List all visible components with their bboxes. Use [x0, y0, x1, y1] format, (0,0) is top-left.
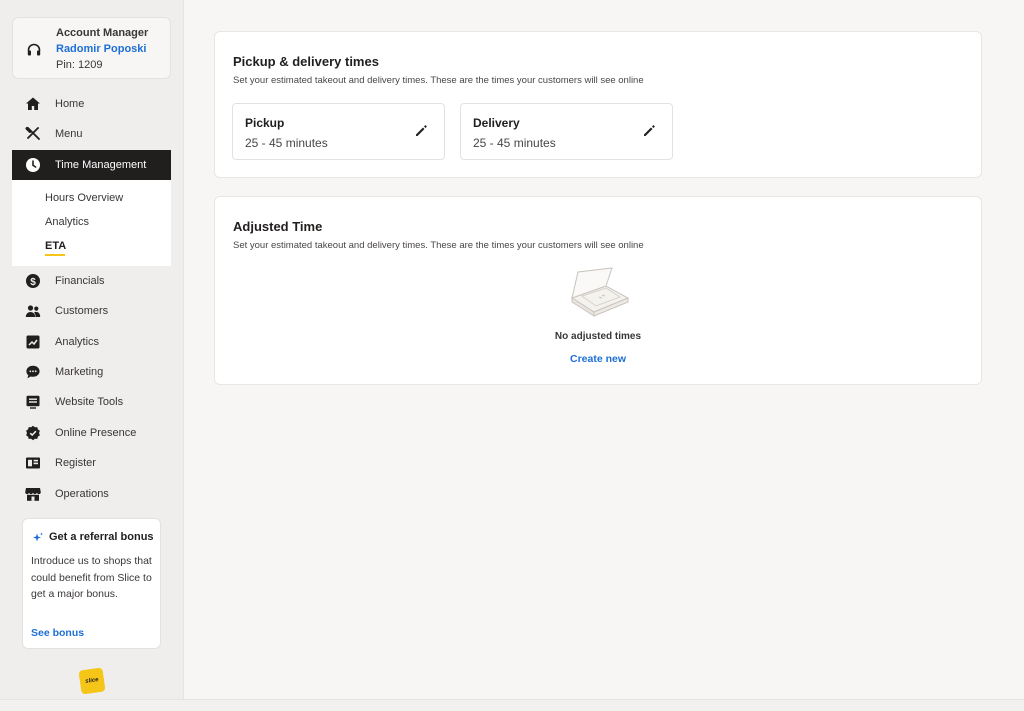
- nav-item-operations[interactable]: Operations: [12, 480, 171, 508]
- nav-item-financials[interactable]: $ Financials: [12, 267, 171, 295]
- nav-item-home[interactable]: Home: [12, 90, 171, 118]
- svg-text:$: $: [30, 277, 36, 288]
- clock-icon: [25, 157, 41, 173]
- nav-item-marketing[interactable]: Marketing: [12, 358, 171, 386]
- utensils-icon: [25, 126, 41, 142]
- chart-icon: [25, 334, 41, 350]
- storefront-icon: [25, 486, 41, 502]
- pickup-delivery-subtitle: Set your estimated takeout and delivery …: [233, 75, 644, 86]
- nav-item-online-presence[interactable]: Online Presence: [12, 419, 171, 447]
- sparkle-icon: [32, 531, 44, 543]
- delivery-label: Delivery: [473, 116, 520, 130]
- edit-pickup-pencil-icon[interactable]: [414, 124, 428, 138]
- delivery-time-box: Delivery 25 - 45 minutes: [460, 103, 673, 160]
- headset-icon: [26, 42, 42, 58]
- account-role: Account Manager: [56, 27, 149, 39]
- nav-label-online-presence: Online Presence: [55, 427, 137, 439]
- delivery-value: 25 - 45 minutes: [473, 136, 556, 150]
- nav-label-analytics: Analytics: [55, 336, 100, 348]
- create-new-link[interactable]: Create new: [215, 353, 981, 365]
- pickup-value: 25 - 45 minutes: [245, 136, 328, 150]
- nav-item-website-tools[interactable]: Website Tools: [12, 388, 171, 416]
- account-manager-card: Account Manager Radomir Poposki Pin: 120…: [12, 17, 171, 79]
- empty-pizza-box-icon: [566, 266, 632, 320]
- slice-logo: slice: [78, 667, 106, 695]
- nav-label-financials: Financials: [55, 275, 105, 287]
- edit-delivery-pencil-icon[interactable]: [642, 124, 656, 138]
- nav-label-marketing: Marketing: [55, 366, 104, 378]
- adjusted-time-card: Adjusted Time Set your estimated takeout…: [214, 196, 982, 385]
- nav-item-register[interactable]: Register: [12, 449, 171, 477]
- nav-label-register: Register: [55, 457, 96, 469]
- pickup-delivery-title: Pickup & delivery times: [233, 54, 379, 69]
- active-tab-underline: [45, 254, 65, 256]
- account-pin: Pin: 1209: [56, 59, 103, 71]
- account-manager-name[interactable]: Radomir Poposki: [56, 43, 146, 55]
- slice-logo-text: slice: [84, 677, 100, 685]
- time-management-subnav: Hours Overview Analytics ETA: [12, 180, 171, 266]
- nav-label-operations: Operations: [55, 488, 109, 500]
- pickup-delivery-card: Pickup & delivery times Set your estimat…: [214, 31, 982, 178]
- referral-bonus-card: Get a referral bonus Introduce us to sho…: [22, 518, 161, 649]
- register-icon: [25, 455, 41, 471]
- subnav-item-eta[interactable]: ETA: [45, 240, 66, 252]
- nav-item-menu[interactable]: Menu: [12, 120, 171, 148]
- chat-bubble-icon: [25, 364, 41, 380]
- pickup-label: Pickup: [245, 116, 285, 130]
- subnav-item-hours-overview[interactable]: Hours Overview: [45, 192, 123, 204]
- create-new-label[interactable]: Create new: [570, 353, 626, 365]
- adjusted-time-subtitle: Set your estimated takeout and delivery …: [233, 240, 644, 251]
- verified-badge-icon: [25, 425, 41, 441]
- nav-label-home: Home: [55, 98, 85, 110]
- browser-window-icon: [25, 394, 41, 410]
- empty-state-text: No adjusted times: [554, 331, 642, 342]
- nav-label-time-management: Time Management: [55, 159, 147, 171]
- nav-item-time-management[interactable]: Time Management: [12, 150, 171, 180]
- nav-label-customers: Customers: [55, 305, 109, 317]
- referral-description: Introduce us to shops that could benefit…: [31, 555, 152, 600]
- nav-item-customers[interactable]: Customers: [12, 297, 171, 325]
- see-bonus-link[interactable]: See bonus: [31, 627, 84, 639]
- pickup-time-box: Pickup 25 - 45 minutes: [232, 103, 445, 160]
- nav-label-website-tools: Website Tools: [55, 396, 124, 408]
- home-icon: [25, 96, 41, 112]
- nav-item-analytics[interactable]: Analytics: [12, 328, 171, 356]
- bottom-strip: [0, 699, 1024, 711]
- sidebar: Account Manager Radomir Poposki Pin: 120…: [0, 0, 184, 699]
- referral-title: Get a referral bonus: [49, 531, 154, 543]
- subnav-item-analytics[interactable]: Analytics: [45, 216, 89, 228]
- dollar-icon: $: [25, 273, 41, 289]
- nav-label-menu: Menu: [55, 128, 83, 140]
- people-icon: [25, 303, 41, 319]
- adjusted-time-title: Adjusted Time: [233, 219, 323, 234]
